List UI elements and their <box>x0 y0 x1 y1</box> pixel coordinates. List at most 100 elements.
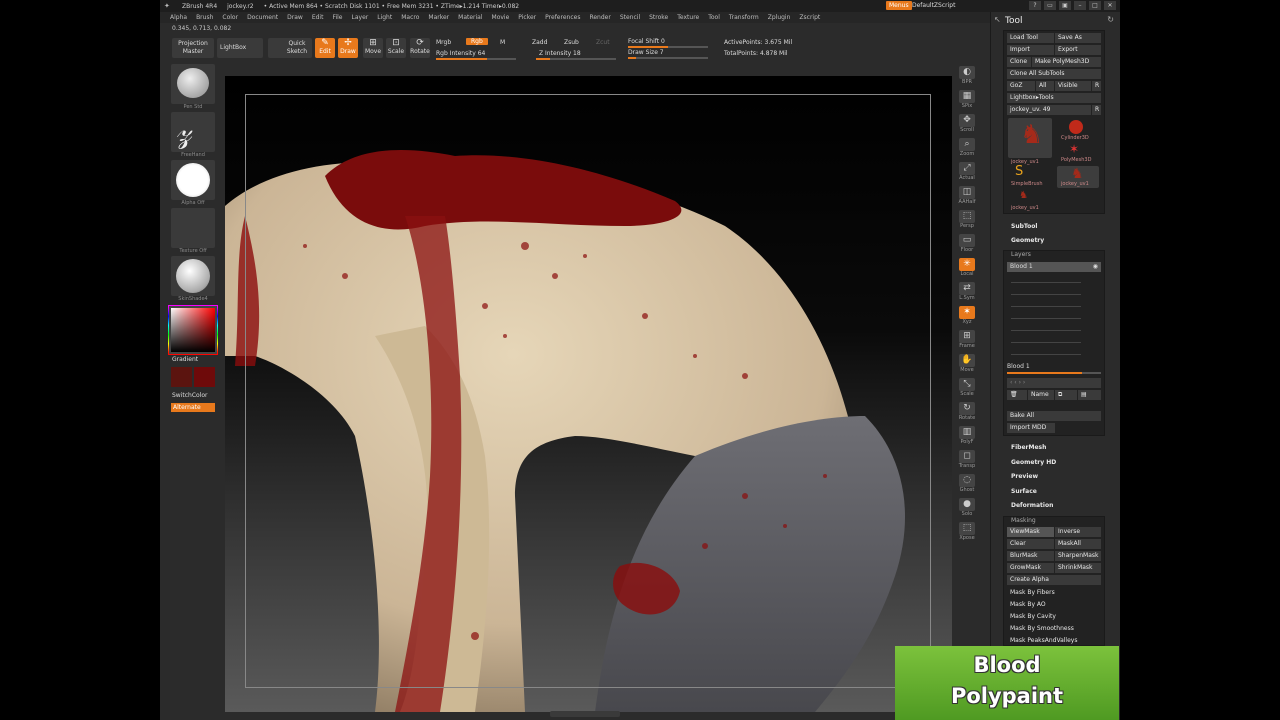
shelf-zoom-button[interactable]: ⌕ Zoom <box>957 138 977 160</box>
shelf-scale-button[interactable]: ⤡ Scale <box>957 378 977 400</box>
rotate-button[interactable]: ⟳ Rotate <box>410 38 430 58</box>
shelf-local-button[interactable]: ✳ Local <box>957 258 977 280</box>
mask-by-ao-button[interactable]: Mask By AO <box>1007 600 1101 610</box>
layer-intensity-slider[interactable] <box>1007 372 1101 374</box>
mask-by-fibers-button[interactable]: Mask By Fibers <box>1007 588 1101 598</box>
menu-texture[interactable]: Texture <box>677 14 699 21</box>
shelf-aahalf-button[interactable]: ◫ AAHalf <box>957 186 977 208</box>
shelf-frame-button[interactable]: ⊞ Frame <box>957 330 977 352</box>
maskall-button[interactable]: MaskAll <box>1055 539 1101 549</box>
mask-by-cavity-button[interactable]: Mask By Cavity <box>1007 612 1101 622</box>
shelf-transp-button[interactable]: ◻ Transp <box>957 450 977 472</box>
shelf-move-button[interactable]: ✋ Move <box>957 354 977 376</box>
draw-button[interactable]: ✢ Draw <box>338 38 358 58</box>
polymesh3d-icon[interactable]: ✶ <box>1069 142 1079 156</box>
layer-eye-icon[interactable]: ◉ <box>1093 262 1098 272</box>
clone-button[interactable]: Clone <box>1007 57 1031 67</box>
export-button[interactable]: Export <box>1055 45 1101 55</box>
geometry-hd-section[interactable]: Geometry HD <box>1011 459 1056 466</box>
lightbox-button[interactable]: LightBox <box>217 38 263 58</box>
shelf-persp-button[interactable]: ⬚ Persp <box>957 210 977 232</box>
clone-all-subtools-button[interactable]: Clone All SubTools <box>1007 69 1101 79</box>
brush-thumbnail[interactable] <box>171 64 215 104</box>
goz-visible-button[interactable]: Visible <box>1055 81 1091 91</box>
shelf-rotate-button[interactable]: ↻ Rotate <box>957 402 977 424</box>
zcut-toggle[interactable]: Zcut <box>596 39 610 46</box>
shrinkmask-button[interactable]: ShrinkMask <box>1055 563 1101 573</box>
tool-thumb-jockey[interactable]: ♞ <box>1008 118 1052 158</box>
shelf-spix-button[interactable]: ▦ SPix <box>957 90 977 112</box>
viewport-canvas[interactable] <box>225 76 952 712</box>
create-alpha-button[interactable]: Create Alpha <box>1007 575 1101 585</box>
inverse-button[interactable]: Inverse <box>1055 527 1101 537</box>
menu-preferences[interactable]: Preferences <box>545 14 580 21</box>
quick-sketch-button[interactable]: Quick Sketch <box>268 38 312 58</box>
shelf-bpr-button[interactable]: ◐ BPR <box>957 66 977 88</box>
minimize-icon[interactable]: – <box>1074 1 1086 10</box>
menu-tool[interactable]: Tool <box>708 14 720 21</box>
geometry-section[interactable]: Geometry <box>1011 237 1044 244</box>
palette-refresh-icon[interactable]: ↻ <box>1107 15 1114 24</box>
menu-movie[interactable]: Movie <box>492 14 510 21</box>
make-polymesh-button[interactable]: Make PolyMesh3D <box>1032 57 1101 67</box>
goz-r-button[interactable]: R <box>1092 81 1101 91</box>
fibermesh-section[interactable]: FiberMesh <box>1011 444 1046 451</box>
menu-file[interactable]: File <box>332 14 342 21</box>
tool-thumb-jockey-3[interactable]: ♞ <box>1019 190 1028 201</box>
shelf-ghost-button[interactable]: ◌ Ghost <box>957 474 977 496</box>
menu-alpha[interactable]: Alpha <box>170 14 187 21</box>
menu-brush[interactable]: Brush <box>196 14 213 21</box>
goz-all-button[interactable]: All <box>1036 81 1054 91</box>
menu-edit[interactable]: Edit <box>312 14 324 21</box>
new-layer-icon[interactable]: ▤ <box>1078 390 1101 400</box>
menu-color[interactable]: Color <box>222 14 238 21</box>
menu-render[interactable]: Render <box>589 14 610 21</box>
draw-size-slider[interactable] <box>628 57 708 59</box>
subtool-section[interactable]: SubTool <box>1011 223 1037 230</box>
layer-nav-buttons[interactable]: ‹ ‹ › › <box>1007 378 1101 388</box>
layers-section[interactable]: Layers <box>1011 251 1031 258</box>
projection-master-button[interactable]: Projection Master <box>172 38 214 58</box>
cylinder3d-icon[interactable] <box>1069 120 1083 134</box>
menu-stencil[interactable]: Stencil <box>620 14 640 21</box>
menu-zscript[interactable]: Zscript <box>799 14 820 21</box>
current-tool-slider[interactable]: jockey_uv. 49 <box>1007 105 1091 115</box>
help-icon[interactable]: ? <box>1029 1 1041 10</box>
shelf-polyf-button[interactable]: ▥ PolyF <box>957 426 977 448</box>
texture-thumbnail[interactable] <box>171 208 215 248</box>
menu-light[interactable]: Light <box>377 14 392 21</box>
main-color-swatch[interactable] <box>171 367 192 387</box>
save-as-button[interactable]: Save As <box>1055 33 1101 43</box>
palette-pin-icon[interactable]: ↖ <box>994 15 1001 24</box>
z-intensity-slider[interactable] <box>536 58 616 60</box>
menu-picker[interactable]: Picker <box>518 14 536 21</box>
menu-stroke[interactable]: Stroke <box>649 14 668 21</box>
current-tool-r-button[interactable]: R <box>1092 105 1101 115</box>
maximize-icon[interactable]: □ <box>1089 1 1101 10</box>
color-picker[interactable] <box>169 306 217 354</box>
alternate-button[interactable]: Alternate <box>171 403 215 412</box>
blurmask-button[interactable]: BlurMask <box>1007 551 1054 561</box>
save-icon[interactable]: ▣ <box>1059 1 1071 10</box>
duplicate-layer-icon[interactable]: ⧉ <box>1055 390 1077 400</box>
deformation-section[interactable]: Deformation <box>1011 502 1053 509</box>
growmask-button[interactable]: GrowMask <box>1007 563 1054 573</box>
shelf-scroll-button[interactable]: ✥ Scroll <box>957 114 977 136</box>
rgb-toggle[interactable]: Rgb <box>466 38 488 45</box>
material-thumbnail[interactable] <box>171 256 215 296</box>
masking-section[interactable]: Masking <box>1011 517 1036 524</box>
load-tool-button[interactable]: Load Tool <box>1007 33 1054 43</box>
menu-marker[interactable]: Marker <box>428 14 449 21</box>
import-mdd-button[interactable]: Import MDD <box>1007 423 1055 433</box>
scale-button[interactable]: ⊡ Scale <box>386 38 406 58</box>
menu-macro[interactable]: Macro <box>401 14 419 21</box>
focal-shift-slider[interactable] <box>628 46 708 48</box>
shelf-floor-button[interactable]: ▭ Floor <box>957 234 977 256</box>
viewmask-button[interactable]: ViewMask <box>1007 527 1054 537</box>
script-label[interactable]: DefaultZScript <box>912 2 955 9</box>
layout-icon[interactable]: ▭ <box>1044 1 1056 10</box>
menu-material[interactable]: Material <box>458 14 482 21</box>
move-button[interactable]: ⊞ Move <box>363 38 383 58</box>
m-toggle[interactable]: M <box>500 39 505 46</box>
bottom-shelf-handle[interactable] <box>550 711 620 717</box>
